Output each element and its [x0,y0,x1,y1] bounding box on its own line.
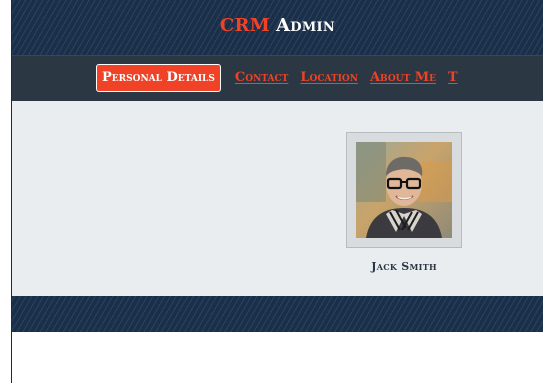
tab-about-me[interactable]: About Me [370,69,436,87]
left-margin [0,0,11,383]
tab-location[interactable]: Location [300,69,358,87]
tab-personal-details[interactable]: Personal Details [96,64,221,92]
profile-photo-icon [356,142,452,238]
profile-section: Jack Smith [12,101,543,296]
footer-band [12,296,543,332]
crm-admin-page: CRM Admin Personal Details Contact Locati… [0,0,543,383]
brand-admin-text: Admin [276,15,336,36]
tab-truncated[interactable]: T [448,69,458,87]
main-navigation: Personal Details Contact Location About … [12,55,543,101]
tab-contact[interactable]: Contact [235,69,288,87]
window-frame-edge [11,0,12,383]
brand-crm-text: CRM [219,15,271,36]
app-header: CRM Admin [12,0,543,55]
avatar [346,132,462,248]
app-brand[interactable]: CRM Admin [12,14,543,38]
nav-tabs: Personal Details Contact Location About … [96,63,470,93]
profile-name: Jack Smith [371,260,437,273]
